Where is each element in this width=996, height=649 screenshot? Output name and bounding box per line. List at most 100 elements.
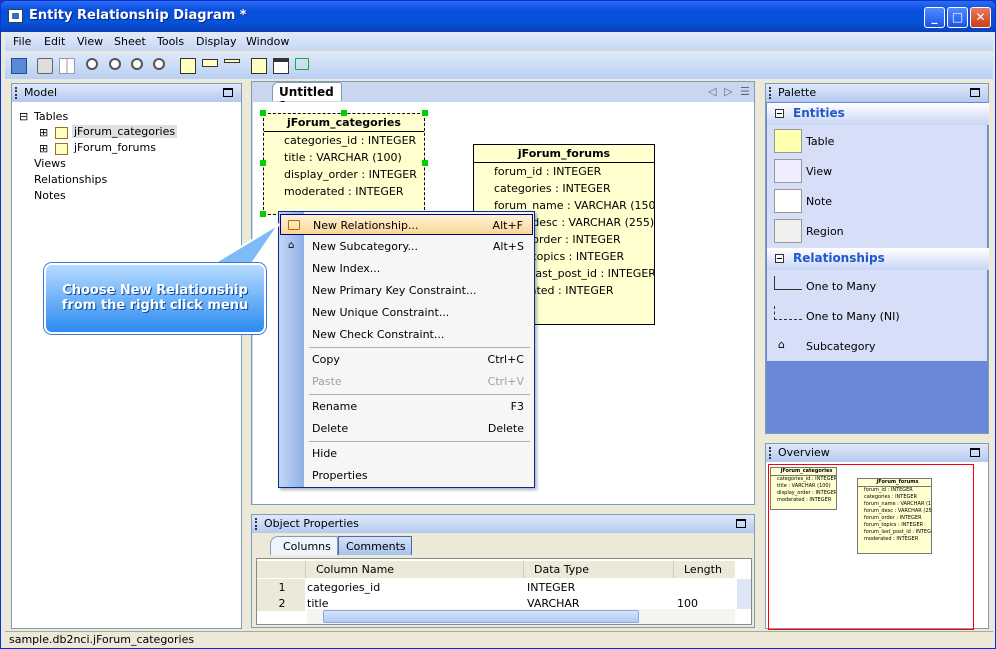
model-panel: Model ⊟ Tables ⊞ jForum_categories ⊞ jFo…	[11, 83, 242, 629]
menu-item-properties[interactable]: Properties	[280, 465, 533, 486]
vertical-scrollbar[interactable]	[737, 579, 751, 609]
column-header-type[interactable]: Data Type	[523, 561, 673, 578]
menu-file[interactable]: File	[13, 35, 31, 48]
tab-columns[interactable]: Columns	[270, 536, 338, 555]
toolbar	[5, 53, 993, 79]
zoom-fit-icon[interactable]	[153, 58, 165, 70]
callout-tooltip: Choose New Relationship from the right c…	[44, 263, 266, 334]
grid-icon[interactable]	[59, 58, 75, 74]
tree-node-table[interactable]: jForum_forums	[74, 141, 156, 154]
menu-edit[interactable]: Edit	[44, 35, 65, 48]
menu-item-new-index[interactable]: New Index...	[280, 258, 533, 279]
menu-tools[interactable]: Tools	[157, 35, 184, 48]
collapse-icon[interactable]	[775, 254, 784, 263]
menu-item-paste[interactable]: Paste Ctrl+V	[280, 371, 533, 392]
entity-column: categories : INTEGER	[494, 182, 611, 195]
menu-item-new-relationship[interactable]: New Relationship... Alt+F	[280, 214, 533, 235]
menu-item-hide[interactable]: Hide	[280, 443, 533, 464]
tab-list-icon[interactable]: ☰	[740, 85, 750, 98]
tree-node-views[interactable]: Views	[34, 157, 66, 170]
tab-comments[interactable]: Comments	[338, 536, 412, 555]
horizontal-scrollbar[interactable]	[307, 609, 735, 624]
menu-bar: File Edit View Sheet Tools Display Windo…	[5, 32, 993, 51]
menu-window[interactable]: Window	[246, 35, 289, 48]
entity-title: jForum_categories	[264, 114, 424, 132]
scrollbar-thumb[interactable]	[323, 610, 639, 623]
palette-section-relationships[interactable]: Relationships	[767, 248, 989, 270]
palette-title: Palette	[778, 86, 817, 99]
relationship-icon	[288, 220, 300, 230]
maximize-button[interactable]: □	[947, 7, 968, 28]
tree-expander[interactable]: ⊞	[39, 126, 48, 139]
row-number[interactable]: 2	[257, 595, 305, 611]
menu-item-new-primary-key[interactable]: New Primary Key Constraint...	[280, 280, 533, 301]
tree-node-notes[interactable]: Notes	[34, 189, 66, 202]
column-header-length[interactable]: Length	[673, 561, 735, 578]
title-bar: Entity Relationship Diagram * _ □ ✕	[1, 1, 995, 32]
restore-icon[interactable]	[970, 88, 980, 97]
cell-length[interactable]	[675, 579, 735, 595]
object-properties-title: Object Properties	[264, 517, 359, 530]
tree-expander-tables[interactable]: ⊟	[19, 110, 28, 123]
restore-icon[interactable]	[736, 519, 746, 528]
menu-item-delete[interactable]: Delete Delete	[280, 418, 533, 439]
zoom-in-icon[interactable]	[109, 58, 121, 70]
selection-handle[interactable]	[260, 110, 266, 116]
menu-display[interactable]: Display	[196, 35, 237, 48]
tree-node-table[interactable]: jForum_categories	[72, 125, 178, 138]
selection-handle[interactable]	[422, 110, 428, 116]
selection-handle[interactable]	[260, 160, 266, 166]
save-icon[interactable]	[11, 58, 27, 74]
restore-icon[interactable]	[223, 88, 233, 97]
tab-untitled-1[interactable]: Untitled 1	[272, 82, 342, 113]
cell-column-name[interactable]: categories_id	[305, 579, 523, 595]
context-menu: New Relationship... Alt+F ⌂ New Subcategor…	[278, 211, 535, 488]
view-icon[interactable]	[202, 59, 218, 67]
object-properties-header: Object Properties	[252, 515, 754, 533]
close-button[interactable]: ✕	[970, 7, 991, 28]
object-properties-panel: Object Properties Columns Comments Colum…	[251, 514, 755, 628]
overview-entity: jForum_forums forum_id : INTEGER categori…	[857, 478, 932, 554]
tree-node-tables[interactable]: Tables	[34, 110, 68, 123]
print-icon[interactable]	[37, 58, 53, 74]
selection-handle[interactable]	[422, 160, 428, 166]
zoom-actual-icon[interactable]	[86, 58, 98, 70]
palette-header: Palette	[766, 84, 988, 102]
note-icon[interactable]	[224, 59, 240, 63]
collapse-icon[interactable]	[775, 109, 784, 118]
table-icon[interactable]	[180, 58, 196, 74]
minimize-button[interactable]: _	[924, 7, 945, 28]
column-header-name[interactable]: Column Name	[305, 561, 523, 578]
columns-grid: Column Name Data Type Length 1 categorie…	[256, 558, 752, 625]
zoom-out-icon[interactable]	[131, 58, 143, 70]
entity-column: moderated : INTEGER	[284, 185, 404, 198]
selection-handle[interactable]	[341, 110, 347, 116]
menu-item-rename[interactable]: Rename F3	[280, 396, 533, 417]
app-window: Entity Relationship Diagram * _ □ ✕ File…	[0, 0, 996, 649]
callout-line-1: Choose New Relationship	[62, 283, 248, 298]
table-header-icon[interactable]	[273, 58, 289, 74]
model-panel-title: Model	[24, 86, 58, 99]
overview-panel: Overview jForum_categories categories_id…	[765, 443, 989, 630]
one-to-many-icon	[774, 276, 802, 290]
relationship-icon[interactable]	[295, 58, 309, 70]
tab-scroll-right-icon[interactable]: ▷	[724, 85, 732, 98]
entity-jforum-categories[interactable]: jForum_categories categories_id : INTEGE…	[263, 113, 425, 215]
menu-sheet[interactable]: Sheet	[114, 35, 146, 48]
tree-node-relationships[interactable]: Relationships	[34, 173, 107, 186]
menu-separator	[309, 394, 530, 395]
entity-column: title : VARCHAR (100)	[284, 151, 402, 164]
palette-section-entities[interactable]: Entities	[767, 103, 989, 125]
menu-view[interactable]: View	[77, 35, 103, 48]
tree-expander[interactable]: ⊞	[39, 142, 48, 155]
table-columns-icon[interactable]	[251, 58, 267, 74]
restore-icon[interactable]	[970, 448, 980, 457]
menu-item-new-check[interactable]: New Check Constraint...	[280, 324, 533, 345]
menu-item-copy[interactable]: Copy Ctrl+C	[280, 349, 533, 370]
tab-scroll-left-icon[interactable]: ◁	[708, 85, 716, 98]
row-number[interactable]: 1	[257, 579, 305, 595]
menu-item-new-subcategory[interactable]: ⌂ New Subcategory... Alt+S	[280, 236, 533, 257]
menu-item-new-unique[interactable]: New Unique Constraint...	[280, 302, 533, 323]
entity-column: display_order : INTEGER	[284, 168, 417, 181]
cell-data-type[interactable]: INTEGER	[525, 579, 673, 595]
